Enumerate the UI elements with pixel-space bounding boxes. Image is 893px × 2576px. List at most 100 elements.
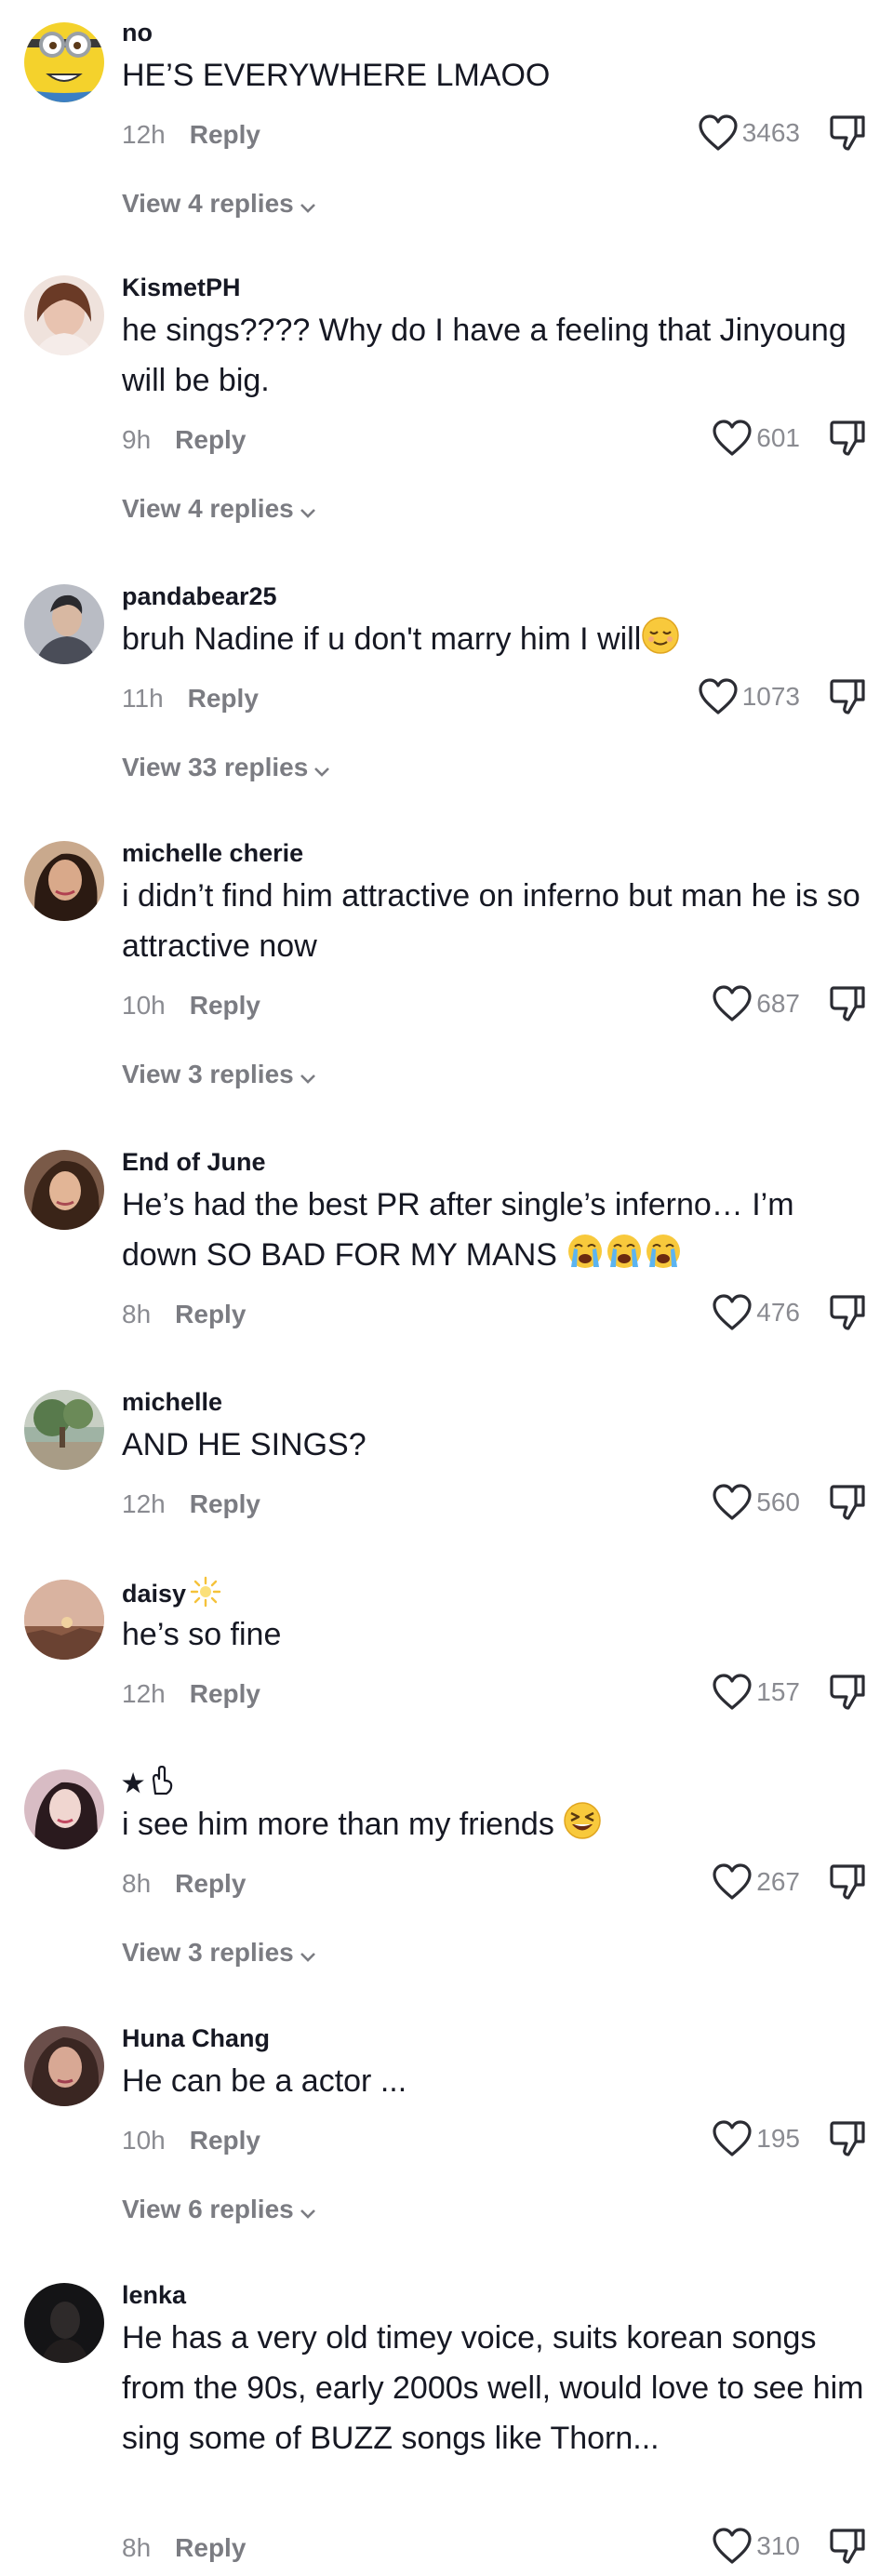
like-count: 560 (756, 1488, 800, 1516)
comment-text: i didn’t find him attractive on inferno … (122, 878, 860, 964)
dislike-icon[interactable] (828, 1293, 867, 1332)
like-button[interactable]: 601 (712, 419, 800, 458)
view-replies-button[interactable]: View 4 replies (122, 188, 316, 221)
comment-text: bruh Nadine if u don't marry him I will (122, 614, 866, 670)
reply-button[interactable]: Reply (190, 1679, 260, 1708)
comment-text: He can be a actor ... (122, 2063, 407, 2099)
chevron-down-icon (300, 190, 316, 221)
dislike-icon[interactable] (828, 677, 867, 716)
reply-button[interactable]: Reply (175, 1869, 246, 1898)
view-replies-button[interactable]: View 4 replies (122, 493, 316, 527)
comment-meta: 9h Reply (122, 424, 246, 456)
avatar[interactable] (24, 275, 104, 355)
comment-meta: 8h Reply (122, 2532, 246, 2564)
reply-button[interactable]: Reply (175, 2533, 246, 2562)
username[interactable]: End of June (122, 1146, 266, 1178)
username[interactable]: pandabear25 (122, 581, 277, 612)
comment-meta: 12h Reply (122, 119, 260, 151)
avatar[interactable] (24, 1390, 104, 1470)
view-replies-button[interactable]: View 6 replies (122, 2194, 316, 2227)
dislike-icon[interactable] (828, 419, 867, 458)
comment-text-content: He’s had the best PR after single’s infe… (122, 1187, 794, 1273)
view-replies-label: View 3 replies (122, 1060, 294, 1088)
like-button[interactable]: 310 (712, 2527, 800, 2566)
username[interactable]: michelle cherie (122, 837, 303, 869)
timestamp: 12h (122, 120, 166, 149)
view-replies-button[interactable]: View 33 replies (122, 752, 330, 785)
username[interactable]: lenka (122, 2279, 186, 2311)
comment-meta: 8h Reply (122, 1299, 246, 1330)
comment-text: AND HE SINGS? (122, 1427, 367, 1462)
avatar[interactable] (24, 2283, 104, 2363)
like-button[interactable]: 1073 (698, 677, 800, 716)
heart-icon (712, 1673, 753, 1712)
like-count: 687 (756, 989, 800, 1018)
heart-icon (712, 2119, 753, 2158)
comment-text-content: i see him more than my friends (122, 1807, 554, 1842)
reply-button[interactable]: Reply (190, 120, 260, 149)
photo-avatar-icon (24, 584, 104, 664)
reply-button[interactable]: Reply (190, 1489, 260, 1518)
comment-meta: 12h Reply (122, 1488, 260, 1520)
reply-button[interactable]: Reply (175, 425, 246, 454)
like-button[interactable]: 195 (712, 2119, 800, 2158)
username[interactable]: no (122, 17, 153, 48)
username-text: daisy (122, 1580, 187, 1608)
photo-avatar-icon (24, 275, 104, 355)
like-button[interactable]: 687 (712, 984, 800, 1023)
like-count: 267 (756, 1867, 800, 1896)
heart-icon (712, 984, 753, 1023)
reply-button[interactable]: Reply (175, 1300, 246, 1328)
like-button[interactable]: 476 (712, 1293, 800, 1332)
avatar[interactable] (24, 2026, 104, 2106)
avatar[interactable] (24, 1769, 104, 1849)
avatar[interactable] (24, 1150, 104, 1230)
dislike-icon[interactable] (828, 1862, 867, 1902)
view-replies-button[interactable]: View 3 replies (122, 1059, 316, 1092)
heart-icon (712, 419, 753, 458)
like-count: 195 (756, 2124, 800, 2153)
view-replies-label: View 4 replies (122, 494, 294, 523)
dislike-icon[interactable] (828, 984, 867, 1023)
dislike-icon[interactable] (828, 1483, 867, 1522)
comment-text-content: bruh Nadine if u don't marry him I will (122, 621, 642, 657)
view-replies-button[interactable]: View 3 replies (122, 1937, 316, 1970)
like-count: 1073 (741, 682, 800, 711)
timestamp: 10h (122, 2126, 166, 2155)
chevron-down-icon (300, 2196, 316, 2227)
timestamp: 8h (122, 1300, 152, 1328)
like-button[interactable]: 267 (712, 1862, 800, 1902)
like-button[interactable]: 157 (712, 1673, 800, 1712)
loudly-crying-face-emoji-icon (566, 1232, 683, 1286)
comment-text: he’s so fine (122, 1617, 282, 1652)
like-count: 601 (756, 423, 800, 452)
dislike-icon[interactable] (828, 2527, 867, 2566)
like-button[interactable]: 3463 (698, 113, 800, 153)
like-count: 157 (756, 1677, 800, 1706)
dislike-icon[interactable] (828, 113, 867, 153)
username-text: ★ (122, 1769, 145, 1798)
comment-meta: 10h Reply (122, 2125, 260, 2156)
avatar[interactable] (24, 584, 104, 664)
reply-button[interactable]: Reply (188, 684, 259, 713)
timestamp: 12h (122, 1679, 166, 1708)
avatar[interactable] (24, 1580, 104, 1660)
chevron-down-icon (300, 1061, 316, 1092)
reply-button[interactable]: Reply (190, 991, 260, 1020)
username[interactable]: michelle (122, 1386, 222, 1418)
username[interactable]: Huna Chang (122, 2022, 270, 2054)
photo-avatar-icon (24, 1769, 104, 1849)
view-replies-label: View 33 replies (122, 753, 309, 781)
timestamp: 8h (122, 1869, 152, 1898)
reply-button[interactable]: Reply (190, 2126, 260, 2155)
heart-icon (712, 1483, 753, 1522)
dislike-icon[interactable] (828, 2119, 867, 2158)
avatar[interactable] (24, 841, 104, 921)
dislike-icon[interactable] (828, 1673, 867, 1712)
relieved-face-emoji-icon (641, 616, 680, 670)
avatar[interactable] (24, 22, 104, 102)
username[interactable]: KismetPH (122, 272, 241, 303)
heart-icon (698, 113, 739, 153)
minion-avatar-icon (24, 22, 104, 102)
like-button[interactable]: 560 (712, 1483, 800, 1522)
